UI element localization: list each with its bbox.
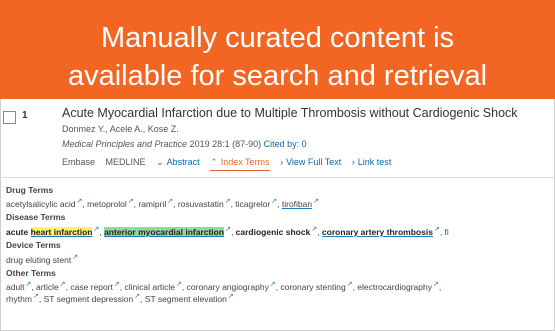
abstract-toggle[interactable]: ⌄ Abstract [156, 157, 200, 168]
term-link-icon[interactable]: ↗ [134, 293, 140, 300]
term[interactable]: coronary angiography [187, 282, 269, 292]
other-terms-heading: Other Terms [6, 268, 56, 278]
term-link-icon[interactable]: ↗ [176, 281, 182, 288]
term-truncated[interactable]: fi [445, 227, 449, 237]
term[interactable]: coronary stenting [280, 282, 345, 292]
term-link-icon[interactable]: ↗ [72, 254, 78, 261]
drug-terms-heading: Drug Terms [6, 185, 54, 195]
term[interactable]: rhythm [6, 294, 32, 304]
term-link-icon[interactable]: ↗ [228, 293, 234, 300]
chevron-down-icon: ⌄ [156, 157, 164, 167]
chevron-right-icon: › [351, 157, 355, 167]
banner-line-2: available for search and retrieval [67, 60, 488, 92]
term-link-icon[interactable]: ↗ [270, 281, 276, 288]
term-link-icon[interactable]: ↗ [225, 226, 231, 233]
term[interactable]: clinical article [124, 282, 175, 292]
term-link-icon[interactable]: ↗ [347, 281, 353, 288]
source-medline: MEDLINE [105, 157, 146, 167]
term-link-icon[interactable]: ↗ [434, 226, 440, 233]
term[interactable]: ST segment elevation [145, 294, 227, 304]
other-terms-list-continued: rhythm↗, ST segment depression↗, ST segm… [6, 293, 234, 304]
term-link-icon[interactable]: ↗ [313, 198, 319, 205]
full-text-label: View Full Text [286, 157, 342, 167]
device-terms-heading: Device Terms [6, 240, 61, 250]
drug-terms-list: acetylsalicylic acid↗, metoprolol↗, rami… [6, 198, 319, 209]
result-actions: Embase MEDLINE ⌄ Abstract ⌃ Index Terms › V… [62, 157, 399, 171]
term-highlighted[interactable]: anterior myocardial infarction [104, 226, 225, 237]
source-embase: Embase [62, 157, 96, 167]
term-link-icon[interactable]: ↗ [93, 226, 99, 233]
term-prefix: acute [6, 226, 29, 237]
search-result: 1 Acute Myocardial Infarction due to Mul… [0, 99, 555, 331]
term-link-icon[interactable]: ↗ [114, 281, 120, 288]
term-link-icon[interactable]: ↗ [60, 281, 66, 288]
term-link-icon[interactable]: ↗ [311, 226, 317, 233]
term[interactable]: ramipril [138, 199, 166, 209]
term-link-icon[interactable]: ↗ [128, 198, 134, 205]
term[interactable]: article [36, 282, 59, 292]
other-terms-list: adult↗, article↗, case report↗, clinical… [6, 281, 442, 292]
link-test-label: Link test [357, 157, 392, 167]
term[interactable]: tirofiban [282, 199, 312, 209]
chevron-up-icon: ⌃ [210, 157, 218, 167]
term[interactable]: acetylsalicylic acid [6, 199, 75, 209]
disease-terms-heading: Disease Terms [6, 212, 66, 222]
result-authors: Donmez Y., Acele A., Kose Z. [62, 124, 179, 134]
banner-line-1: Manually curated content is [100, 22, 455, 54]
result-title[interactable]: Acute Myocardial Infarction due to Multi… [62, 106, 518, 120]
promo-banner: Manually curated content is available fo… [0, 0, 555, 99]
term[interactable]: electrocardiography [357, 282, 432, 292]
disease-terms-list: acute heart infarction↗, anterior myocar… [6, 226, 449, 237]
term[interactable]: adult [6, 282, 24, 292]
term[interactable]: metoprolol [87, 199, 127, 209]
term[interactable]: ticagrelor [235, 199, 270, 209]
term-highlighted[interactable]: heart infarction [30, 226, 93, 237]
term-link-icon[interactable]: ↗ [25, 281, 31, 288]
term-link-icon[interactable]: ↗ [76, 198, 82, 205]
term[interactable]: drug eluting stent [6, 255, 71, 265]
select-checkbox[interactable] [3, 111, 16, 124]
result-number: 1 [22, 110, 28, 121]
term[interactable]: rosuvastatin [178, 199, 224, 209]
term[interactable]: coronary artery thrombosis [322, 227, 433, 237]
term-link-icon[interactable]: ↗ [433, 281, 439, 288]
link-test-link[interactable]: › Link test [352, 157, 392, 167]
term-link-icon[interactable]: ↗ [167, 198, 173, 205]
chevron-right-icon: › [280, 157, 284, 167]
term[interactable]: case report [70, 282, 113, 292]
abstract-label: Abstract [166, 157, 200, 167]
cited-by-link[interactable]: Cited by: 0 [264, 139, 307, 149]
index-terms-label: Index Terms [220, 157, 270, 167]
device-terms-list: drug eluting stent↗ [6, 253, 78, 265]
term[interactable]: ST segment depression [44, 294, 134, 304]
journal-name: Medical Principles and Practice [62, 139, 188, 149]
term[interactable]: cardiogenic shock [236, 227, 311, 237]
term-link-icon[interactable]: ↗ [33, 293, 39, 300]
divider [0, 177, 555, 178]
result-journal: Medical Principles and Practice 2019 28:… [62, 139, 307, 149]
index-terms-tab[interactable]: ⌃ Index Terms [210, 157, 270, 171]
journal-citation: 2019 28:1 (87-90) [189, 139, 262, 149]
term-link-icon[interactable]: ↗ [225, 198, 231, 205]
term-link-icon[interactable]: ↗ [271, 198, 277, 205]
view-full-text-link[interactable]: › View Full Text [280, 157, 341, 167]
